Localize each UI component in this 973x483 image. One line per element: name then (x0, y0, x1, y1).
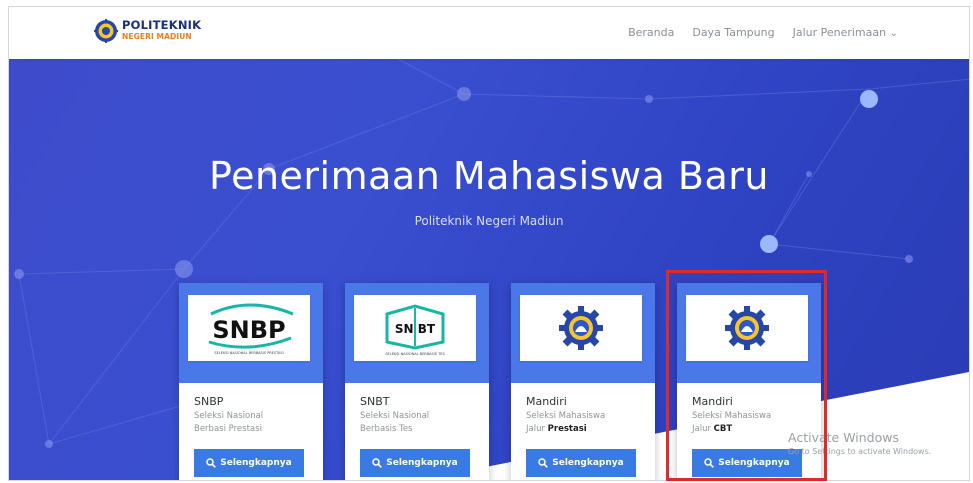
card-desc-line1: Seleksi Nasional (360, 411, 430, 421)
polinema-gear-logo-icon (94, 19, 118, 43)
button-label: Selengkapnya (552, 458, 624, 468)
card-desc-line2-text: Berbasi Prestasi (194, 424, 262, 434)
snbt-logo: SN BT SELEKSI NASIONAL BERBASIS TES (354, 295, 476, 361)
nav-item-daya-tampung[interactable]: Daya Tampung (692, 26, 774, 39)
logo-text: POLITEKNIK NEGERI MADIUN (122, 18, 202, 42)
card-desc-line1: Seleksi Mahasiswa (526, 411, 606, 421)
site-logo[interactable]: POLITEKNIK NEGERI MADIUN (94, 19, 201, 43)
card-snbt: SN BT SELEKSI NASIONAL BERBASIS TES SNBT… (345, 283, 489, 480)
selengkapnya-button-snbp[interactable]: Selengkapnya (194, 449, 304, 477)
button-label: Selengkapnya (386, 458, 458, 468)
snbp-logo: SNBP SELEKSI NASIONAL BERBASIS PRESTASI (188, 295, 310, 361)
card-header (511, 283, 655, 383)
svg-text:SELEKSI NASIONAL BERBASIS PRES: SELEKSI NASIONAL BERBASIS PRESTASI (214, 351, 283, 355)
nav-item-jalur-penerimaan[interactable]: Jalur Penerimaan ⌄ (793, 26, 898, 39)
polinema-seal-icon (559, 306, 603, 350)
button-label: Selengkapnya (220, 458, 292, 468)
card-desc-line2: Jalur Prestasi (526, 423, 646, 436)
chevron-down-icon: ⌄ (889, 28, 898, 39)
search-icon (372, 458, 383, 468)
highlight-annotation-box (666, 270, 827, 481)
card-header: SNBP SELEKSI NASIONAL BERBASIS PRESTASI (179, 283, 323, 383)
card-desc-line2-bold: Prestasi (547, 424, 587, 434)
search-icon (206, 458, 217, 468)
snbp-logo-icon: SNBP SELEKSI NASIONAL BERBASIS PRESTASI (208, 303, 294, 355)
hero-subtitle: Politeknik Negeri Madiun (414, 214, 564, 228)
card-desc-line2: Berbasi Prestasi (194, 423, 314, 436)
svg-text:SELEKSI NASIONAL BERBASIS TES: SELEKSI NASIONAL BERBASIS TES (385, 352, 445, 356)
card-description: Seleksi Mahasiswa Jalur Prestasi (526, 410, 646, 436)
card-snbp: SNBP SELEKSI NASIONAL BERBASIS PRESTASI … (179, 283, 323, 480)
selengkapnya-button-mandiri-prestasi[interactable]: Selengkapnya (526, 449, 636, 477)
card-mandiri-prestasi: Mandiri Seleksi Mahasiswa Jalur Prestasi… (511, 283, 655, 480)
selengkapnya-button-snbt[interactable]: Selengkapnya (360, 449, 470, 477)
card-desc-line2-text: Jalur (526, 424, 548, 434)
card-title: Mandiri (526, 395, 567, 408)
svg-text:SN BT: SN BT (395, 322, 436, 336)
top-navbar: POLITEKNIK NEGERI MADIUN Beranda Daya Ta… (9, 7, 969, 59)
card-description: Seleksi Nasional Berbasis Tes (360, 410, 480, 436)
card-desc-line2: Berbasis Tes (360, 423, 480, 436)
card-title: SNBP (194, 395, 224, 408)
nav-item-beranda[interactable]: Beranda (628, 26, 674, 39)
logo-title: POLITEKNIK (122, 18, 202, 32)
card-description: Seleksi Nasional Berbasi Prestasi (194, 410, 314, 436)
hero-title: Penerimaan Mahasiswa Baru (209, 154, 769, 198)
card-header: SN BT SELEKSI NASIONAL BERBASIS TES (345, 283, 489, 383)
svg-text:SNBP: SNBP (212, 316, 285, 344)
card-desc-line2-text: Berbasis Tes (360, 424, 413, 434)
card-title: SNBT (360, 395, 390, 408)
search-icon (538, 458, 549, 468)
nav-item-jalur-label: Jalur Penerimaan (792, 26, 887, 39)
card-desc-line1: Seleksi Nasional (194, 411, 264, 421)
polinema-seal-logo (520, 295, 642, 361)
logo-subtitle: NEGERI MADIUN (122, 32, 192, 41)
main-menu: Beranda Daya Tampung Jalur Penerimaan ⌄ (628, 26, 898, 39)
snbt-logo-icon: SN BT SELEKSI NASIONAL BERBASIS TES (385, 304, 445, 356)
